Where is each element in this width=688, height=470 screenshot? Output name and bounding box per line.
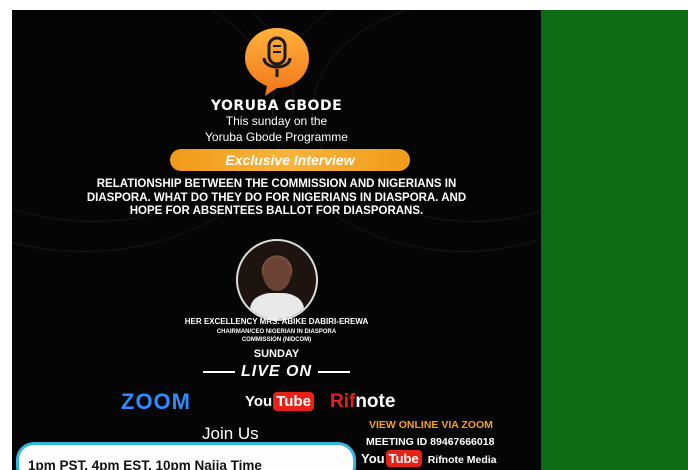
guest-photo	[236, 239, 318, 321]
guest-title: CHAIRMAN/CEO NIGERIAN IN DIASPORA COMMIS…	[12, 328, 541, 344]
youtube-logo-you: You	[361, 451, 385, 466]
microphone-icon	[245, 28, 309, 96]
youtube-channel: You Tube Rifnote Media	[361, 450, 497, 468]
join-us-label: Join Us	[202, 424, 259, 443]
zoom-logo: ZOOM	[121, 389, 191, 414]
guest-title-line-2: COMMISSION (NIDCOM)	[241, 337, 312, 343]
view-online-label: VIEW ONLINE VIA ZOOM	[369, 419, 493, 431]
youtube-logo-tube: Tube	[273, 392, 314, 411]
youtube-logo: You Tube	[245, 392, 314, 411]
topic-headline: RELATIONSHIP BETWEEN THE COMMISSION AND …	[86, 178, 467, 217]
youtube-logo-you: You	[245, 393, 273, 410]
youtube-logo-tube: Tube	[385, 450, 422, 467]
guest-name: HER EXCELLENCY MRS. ABIKE DABIRI-EREWA	[184, 317, 369, 326]
broadcast-day: SUNDAY	[253, 348, 300, 360]
subtitle-line-2: Yoruba Gbode Programme	[205, 130, 348, 144]
broadcast-time-text: 1pm PST. 4pm EST. 10pm Naija Time	[28, 458, 262, 470]
live-on-text: LIVE ON	[240, 363, 312, 380]
rifnote-logo: Rifnote	[330, 391, 395, 413]
subtitle-line-1: This sunday on the	[225, 114, 328, 128]
divider-right	[318, 370, 350, 373]
exclusive-interview-banner: Exclusive Interview	[170, 149, 410, 171]
divider-left	[202, 370, 235, 373]
live-on-heading: LIVE ON	[12, 363, 541, 381]
side-panel	[541, 10, 688, 470]
brand-title: YORUBA GBODE	[210, 98, 343, 114]
guest-photo-face	[263, 257, 291, 291]
meeting-id: MEETING ID 89467666018	[366, 436, 495, 448]
guest-title-line-1: CHAIRMAN/CEO NIGERIAN IN DIASPORA	[216, 329, 337, 335]
rifnote-logo-note: note	[355, 391, 396, 412]
channel-name: Rifnote Media	[427, 454, 497, 466]
rifnote-logo-rif: Rif	[330, 391, 356, 412]
event-poster: YORUBA GBODE This sunday on the Yoruba G…	[12, 10, 541, 470]
